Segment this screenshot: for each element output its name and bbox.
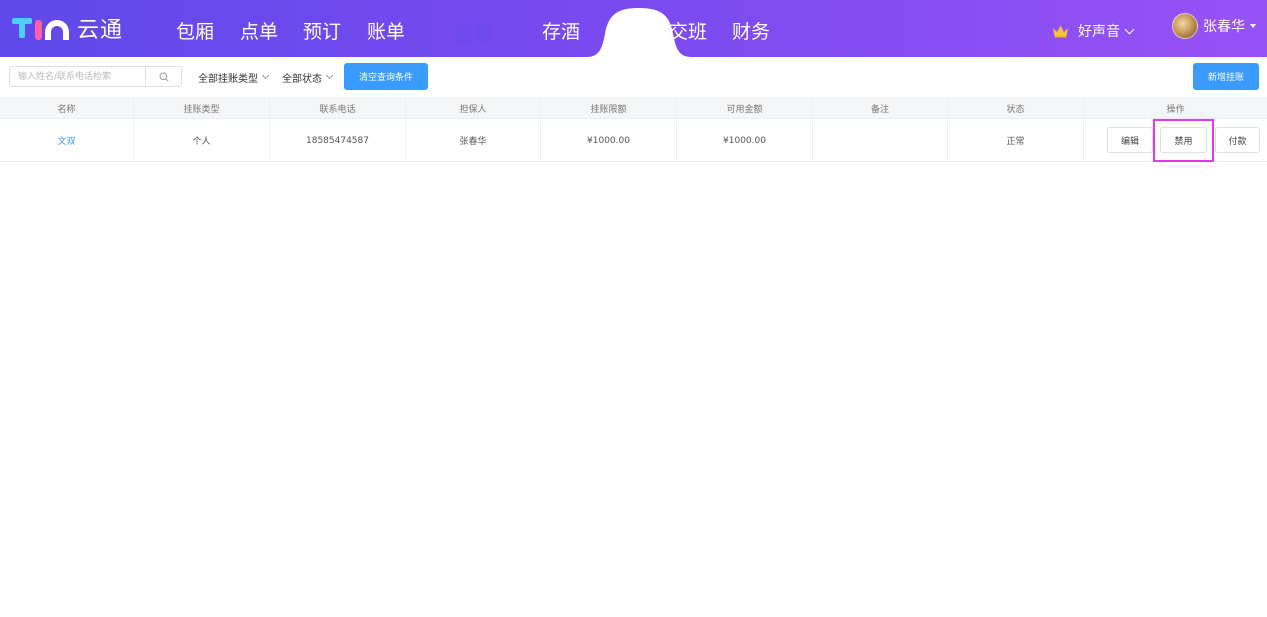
- cell-name-link[interactable]: 文双: [0, 119, 134, 162]
- column-header-limit: 挂账限额: [541, 97, 677, 119]
- nav-item-wine-storage[interactable]: 存酒: [542, 17, 580, 43]
- column-header-name: 名称: [0, 97, 134, 119]
- clear-filters-button[interactable]: 清空查询条件: [344, 63, 428, 90]
- nav-item-finance[interactable]: 财务: [732, 17, 770, 43]
- top-nav-bar: 云通 包厢 点单 预订 账单 挂账 存酒 会员 交班 财务 好声音 张春华: [0, 0, 1267, 57]
- column-header-guarantor: 担保人: [406, 97, 541, 119]
- search-input[interactable]: [9, 66, 145, 87]
- table-body: 文双 个人 18585474587 张春华 ¥1000.00 ¥1000.00 …: [0, 119, 1267, 162]
- nav-item-bills[interactable]: 账单: [367, 17, 405, 43]
- crown-icon: [1053, 25, 1068, 38]
- caret-down-icon: [1250, 24, 1256, 28]
- pay-button[interactable]: 付款: [1215, 127, 1260, 153]
- search-icon: [159, 72, 169, 82]
- cell-limit: ¥1000.00: [541, 119, 677, 162]
- nav-item-rooms[interactable]: 包厢: [176, 17, 214, 43]
- app-logo[interactable]: 云通: [12, 13, 123, 43]
- nav-item-booking[interactable]: 预订: [303, 17, 341, 43]
- cell-available: ¥1000.00: [677, 119, 813, 162]
- column-header-type: 挂账类型: [134, 97, 270, 119]
- logo-mark: [12, 15, 69, 41]
- cell-type: 个人: [134, 119, 270, 162]
- cell-guarantor: 张春华: [406, 119, 541, 162]
- nav-item-credit[interactable]: 挂账: [455, 19, 493, 45]
- chevron-down-icon: [261, 71, 270, 80]
- add-credit-button[interactable]: 新增挂账: [1193, 63, 1259, 90]
- user-name: 张春华: [1203, 19, 1245, 35]
- cell-phone: 18585474587: [270, 119, 406, 162]
- chevron-down-icon: [1124, 24, 1135, 34]
- column-header-phone: 联系电话: [270, 97, 406, 119]
- cell-actions: 编辑 禁用 付款: [1084, 119, 1267, 162]
- nav-item-order[interactable]: 点单: [240, 17, 278, 43]
- chevron-down-icon: [325, 71, 334, 80]
- nav-item-shift[interactable]: 交班: [669, 17, 707, 43]
- cell-status: 正常: [948, 119, 1084, 162]
- table-row: 文双 个人 18585474587 张春华 ¥1000.00 ¥1000.00 …: [0, 119, 1267, 162]
- status-filter-select[interactable]: 全部状态: [282, 70, 334, 85]
- column-header-available: 可用金额: [677, 97, 813, 119]
- type-filter-label: 全部挂账类型: [198, 73, 258, 85]
- table-header: 名称 挂账类型 联系电话 担保人 挂账限额 可用金额 备注 状态 操作: [0, 97, 1267, 119]
- store-name: 好声音: [1078, 24, 1120, 40]
- column-header-remark: 备注: [813, 97, 948, 119]
- store-selector[interactable]: 好声音: [1052, 20, 1135, 42]
- column-header-actions: 操作: [1166, 104, 1185, 115]
- search-button[interactable]: [145, 66, 182, 87]
- credit-table: 名称 挂账类型 联系电话 担保人 挂账限额 可用金额 备注 状态 操作 文双 个…: [0, 97, 1267, 162]
- status-filter-label: 全部状态: [282, 73, 322, 85]
- avatar: [1172, 13, 1198, 39]
- edit-button[interactable]: 编辑: [1107, 127, 1153, 153]
- cell-remark: [813, 119, 948, 162]
- nav-item-members[interactable]: 会员: [605, 17, 643, 43]
- column-header-status: 状态: [948, 97, 1084, 119]
- disable-button[interactable]: 禁用: [1160, 127, 1207, 153]
- logo-text: 云通: [77, 18, 124, 43]
- user-menu[interactable]: 张春华: [1172, 12, 1256, 40]
- type-filter-select[interactable]: 全部挂账类型: [198, 70, 270, 85]
